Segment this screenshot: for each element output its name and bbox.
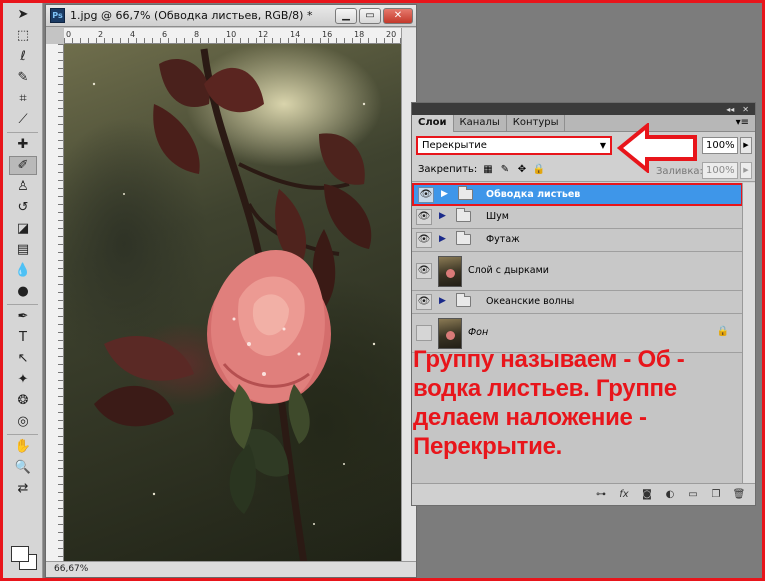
- maximize-button[interactable]: ▭: [359, 7, 381, 24]
- 3d-rotate-tool-icon[interactable]: ❂: [9, 391, 37, 410]
- layer-name: Океанские волны: [486, 296, 575, 307]
- lock-pixels-icon[interactable]: ✎: [499, 163, 511, 175]
- zoom-tool-icon[interactable]: 🔍: [9, 458, 37, 477]
- healing-brush-tool-icon[interactable]: ✚: [9, 135, 37, 154]
- eye-icon[interactable]: 👁: [416, 232, 432, 248]
- expand-triangle-icon[interactable]: ▶: [441, 189, 448, 199]
- folder-icon: [456, 208, 471, 222]
- document-title-bar[interactable]: Ps 1.jpg @ 66,7% (Обводка листьев, RGB/8…: [46, 5, 416, 27]
- quick-select-tool-icon[interactable]: ✎: [9, 68, 37, 87]
- horizontal-ruler: 0 2 4 6 8 10 12 14 16 18 20: [64, 28, 402, 44]
- photoshop-icon: Ps: [50, 8, 65, 23]
- layer-row[interactable]: 👁 ▶ Океанские волны: [412, 291, 743, 314]
- layer-row[interactable]: 👁 ▶ Шум: [412, 206, 743, 229]
- crop-tool-icon[interactable]: ⌗: [9, 89, 37, 108]
- layer-name: Фон: [468, 327, 489, 338]
- layer-name: Обводка листьев: [486, 188, 581, 200]
- folder-icon: [456, 293, 471, 307]
- blend-mode-value: Перекрытие: [422, 140, 487, 151]
- opacity-slider-button[interactable]: ▶: [740, 137, 752, 154]
- chevron-down-icon: ▼: [599, 141, 606, 150]
- link-layers-icon[interactable]: ⊶: [595, 489, 607, 501]
- lock-all-icon[interactable]: 🔒: [533, 163, 545, 175]
- blur-tool-icon[interactable]: 💧: [9, 261, 37, 280]
- shape-tool-icon[interactable]: ✦: [9, 370, 37, 389]
- hand-tool-icon[interactable]: ✋: [9, 437, 37, 456]
- expand-triangle-icon[interactable]: ▶: [439, 211, 446, 221]
- collapse-icon[interactable]: ◂◂: [726, 105, 734, 114]
- panel-menu-icon[interactable]: ▾≡: [736, 117, 749, 128]
- status-bar: 66,67%: [46, 561, 416, 577]
- foreground-color-swatch[interactable]: [11, 546, 29, 562]
- layer-style-icon[interactable]: fx: [618, 489, 630, 501]
- eye-icon[interactable]: 👁: [416, 294, 432, 310]
- opacity-input[interactable]: 100%: [702, 137, 738, 154]
- tab-channels[interactable]: Каналы: [454, 115, 507, 131]
- history-brush-tool-icon[interactable]: ↺: [9, 198, 37, 217]
- dodge-tool-icon[interactable]: ●: [9, 282, 37, 301]
- close-button[interactable]: ✕: [383, 7, 413, 24]
- eraser-tool-icon[interactable]: ◪: [9, 219, 37, 238]
- pen-tool-icon[interactable]: ✒: [9, 307, 37, 326]
- lock-icon: 🔒: [716, 326, 729, 337]
- lock-row: Закрепить: ▦ ✎ ✥ 🔒 Заливка: 100% ▶: [412, 158, 755, 182]
- tab-layers[interactable]: Слои: [412, 115, 454, 132]
- blend-mode-select[interactable]: Перекрытие ▼: [416, 136, 612, 155]
- tab-paths[interactable]: Контуры: [507, 115, 566, 131]
- new-layer-icon[interactable]: ❐: [710, 489, 722, 501]
- lock-transparency-icon[interactable]: ▦: [482, 163, 494, 175]
- layer-thumbnail: [438, 256, 462, 287]
- panel-tabs: Слои Каналы Контуры ▾≡: [412, 115, 755, 132]
- gradient-tool-icon[interactable]: ▤: [9, 240, 37, 259]
- minimize-button[interactable]: ▁: [335, 7, 357, 24]
- fill-slider-button[interactable]: ▶: [740, 162, 752, 179]
- tools-panel: ➤ ⬚ ℓ ✎ ⌗ ⟋ ✚ ✐ ♙ ↺ ◪ ▤ 💧 ● ✒ T ↖ ✦ ❂ ◎ ✋ 🔍 ⇄: [3, 3, 43, 578]
- blend-row: Перекрытие ▼ ь: 100% ▶: [412, 132, 755, 158]
- folder-icon: [458, 185, 473, 200]
- clone-stamp-tool-icon[interactable]: ♙: [9, 177, 37, 196]
- layer-name: Шум: [486, 211, 509, 222]
- lasso-tool-icon[interactable]: ℓ: [9, 47, 37, 66]
- layer-mask-icon[interactable]: ◙: [641, 489, 653, 501]
- document-window: Ps 1.jpg @ 66,7% (Обводка листьев, RGB/8…: [45, 4, 417, 578]
- image-canvas[interactable]: [64, 44, 402, 564]
- layer-row[interactable]: 👁 ▶ Футаж: [412, 229, 743, 252]
- layer-name: Слой с дырками: [468, 265, 549, 276]
- move-tool-icon[interactable]: ➤: [9, 5, 37, 24]
- vertical-ruler: [46, 44, 64, 564]
- marquee-tool-icon[interactable]: ⬚: [9, 26, 37, 45]
- lock-label: Закрепить:: [418, 164, 478, 175]
- type-tool-icon[interactable]: T: [9, 328, 37, 347]
- 3d-orbit-tool-icon[interactable]: ◎: [9, 412, 37, 431]
- eye-icon[interactable]: 👁: [416, 263, 432, 279]
- trash-icon[interactable]: 🗑: [733, 489, 746, 501]
- lock-position-icon[interactable]: ✥: [516, 163, 528, 175]
- document-title: 1.jpg @ 66,7% (Обводка листьев, RGB/8) *: [70, 9, 313, 22]
- expand-triangle-icon[interactable]: ▶: [439, 234, 446, 244]
- eye-icon[interactable]: 👁: [416, 209, 432, 225]
- adjustment-layer-icon[interactable]: ◐: [664, 489, 676, 501]
- layer-row[interactable]: 👁 Слой с дырками: [412, 252, 743, 291]
- path-select-tool-icon[interactable]: ↖: [9, 349, 37, 368]
- fill-input[interactable]: 100%: [702, 162, 738, 179]
- layer-row[interactable]: 👁 ▶ Обводка листьев: [412, 183, 743, 206]
- layer-name: Футаж: [486, 234, 520, 245]
- layers-bottom-bar: ⊶ fx ◙ ◐ ▭ ❐ 🗑: [412, 483, 755, 505]
- eye-icon[interactable]: 👁: [416, 325, 432, 341]
- new-group-icon[interactable]: ▭: [687, 489, 699, 501]
- eyedropper-tool-icon[interactable]: ⟋: [9, 110, 37, 129]
- swap-colors-icon[interactable]: ⇄: [9, 479, 37, 498]
- arrow-annotation-icon: [617, 123, 697, 173]
- panel-header[interactable]: ◂◂ ✕: [412, 103, 755, 115]
- zoom-level[interactable]: 66,67%: [54, 564, 88, 574]
- folder-icon: [456, 231, 471, 245]
- rose-photo: [92, 48, 376, 564]
- panel-close-icon[interactable]: ✕: [742, 105, 749, 114]
- eye-icon[interactable]: 👁: [418, 186, 434, 203]
- expand-triangle-icon[interactable]: ▶: [439, 296, 446, 306]
- brush-tool-icon[interactable]: ✐: [9, 156, 37, 175]
- instruction-annotation: Группу называем - Об - водка листьев. Гр…: [413, 346, 685, 460]
